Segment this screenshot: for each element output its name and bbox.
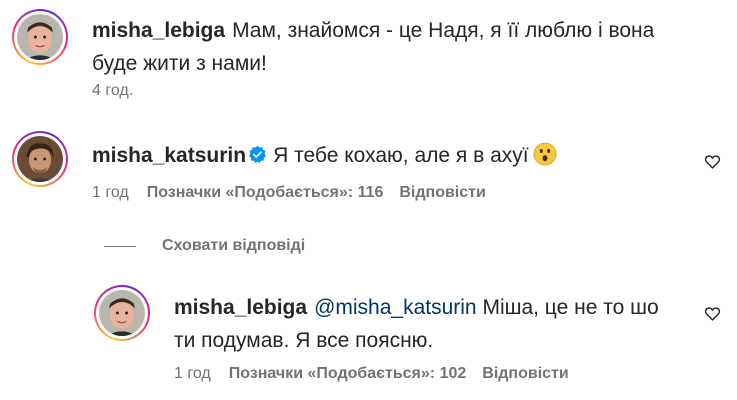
username[interactable]: misha_katsurin <box>92 144 246 167</box>
likes-count[interactable]: Позначки «Подобається»: 116 <box>147 184 384 201</box>
comment-text-continued: буде жити з нами! <box>92 52 267 75</box>
hide-replies-button[interactable]: Сховати відповіді <box>104 236 305 256</box>
astonished-face-emoji-icon <box>533 142 557 166</box>
timestamp[interactable]: 4 год. <box>92 82 133 99</box>
mention-link[interactable]: @misha_katsurin <box>314 296 477 319</box>
comment-text: Мам, знайомся - це Надя, я її люблю і во… <box>232 19 655 42</box>
timestamp[interactable]: 1 год <box>174 365 211 382</box>
comment-meta-2: 1 год Позначки «Подобається»: 116 Відповіс… <box>92 184 486 202</box>
reply-text-continued: ти подумав. Я все поясню. <box>174 329 434 352</box>
verified-badge-icon <box>249 145 266 163</box>
comment-text-2: misha_katsurin Я тебе кохаю, але я в аху… <box>92 139 557 172</box>
avatar-image <box>17 14 63 60</box>
comment-text-1: misha_lebiga Мам, знайомся - це Надя, я ї… <box>92 14 654 80</box>
divider-line <box>104 245 136 247</box>
reply-text: misha_lebiga @misha_katsurin Міша, це не … <box>174 291 659 357</box>
username[interactable]: misha_lebiga <box>174 296 307 319</box>
timestamp[interactable]: 1 год <box>92 184 129 201</box>
comment-text: Я тебе кохаю, але я в ахуї <box>273 144 529 167</box>
avatar-image <box>99 290 145 336</box>
reply-meta: 1 год Позначки «Подобається»: 102 Відповіс… <box>174 365 569 383</box>
likes-count[interactable]: Позначки «Подобається»: 102 <box>229 365 467 382</box>
reply-button[interactable]: Відповісти <box>399 184 485 201</box>
comment-meta-1: 4 год. <box>92 82 135 100</box>
reply-button[interactable]: Відповісти <box>482 365 568 382</box>
username[interactable]: misha_lebiga <box>92 19 225 42</box>
reply-text-line: Міша, це не то шо <box>482 296 659 319</box>
avatar-misha-katsurin[interactable] <box>12 131 68 187</box>
avatar-misha-lebiga-reply[interactable] <box>94 285 150 341</box>
avatar-misha-lebiga[interactable] <box>12 9 68 65</box>
heart-outline-icon[interactable] <box>704 305 721 322</box>
heart-outline-icon[interactable] <box>704 153 721 170</box>
avatar-image <box>17 136 63 182</box>
hide-replies-label: Сховати відповіді <box>162 237 306 254</box>
